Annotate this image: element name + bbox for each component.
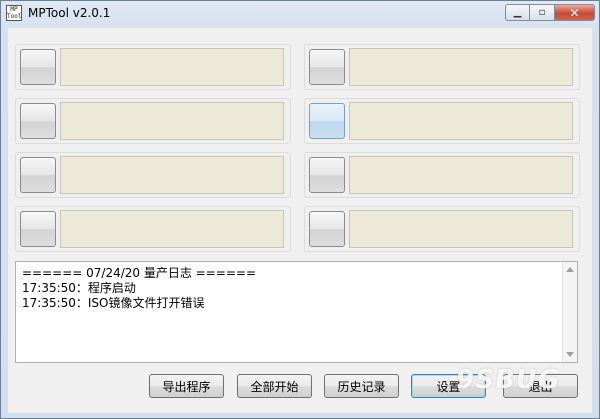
port-status-7: [349, 156, 573, 194]
history-button[interactable]: 历史记录: [324, 374, 399, 398]
log-line: 17:35:50：ISO镜像文件打开错误: [22, 296, 205, 310]
port-status-6: [349, 102, 573, 140]
port-button-4[interactable]: [20, 211, 56, 247]
maximize-icon[interactable]: ▫: [530, 4, 555, 21]
port-status-2: [60, 102, 284, 140]
app-window: MP Tool MPTool v2.0.1 ▁ ▫ ✕ ====== 07/24…: [0, 0, 600, 419]
title-bar[interactable]: MP Tool MPTool v2.0.1 ▁ ▫ ✕: [1, 1, 599, 27]
port-button-8[interactable]: [309, 211, 345, 247]
log-line: ====== 07/24/20 量产日志 ======: [22, 266, 256, 280]
watermark-logo: 9SBUG: [453, 365, 563, 395]
port-slot-4: [15, 206, 291, 252]
port-status-3: [60, 156, 284, 194]
log-line: 17:35:50：程序启动: [22, 281, 136, 295]
port-button-1[interactable]: [20, 49, 56, 85]
port-slot-7: [304, 152, 580, 198]
scroll-down-icon[interactable]: [566, 352, 574, 357]
main-panel: ====== 07/24/20 量产日志 ====== 17:35:50：程序启动…: [8, 28, 592, 413]
port-status-4: [60, 210, 284, 248]
port-slot-5: [304, 44, 580, 90]
port-slot-2: [15, 98, 291, 144]
log-box[interactable]: ====== 07/24/20 量产日志 ====== 17:35:50：程序启动…: [15, 261, 578, 363]
port-slot-1: [15, 44, 291, 90]
log-text: ====== 07/24/20 量产日志 ====== 17:35:50：程序启动…: [22, 266, 256, 311]
scroll-up-icon[interactable]: [566, 267, 574, 272]
port-slot-6: [304, 98, 580, 144]
start-all-button[interactable]: 全部开始: [237, 374, 312, 398]
window-controls: ▁ ▫ ✕: [505, 4, 595, 21]
port-button-7[interactable]: [309, 157, 345, 193]
port-status-8: [349, 210, 573, 248]
port-status-5: [349, 48, 573, 86]
log-scrollbar[interactable]: [562, 262, 577, 362]
minimize-icon[interactable]: ▁: [505, 4, 530, 21]
port-button-5[interactable]: [309, 49, 345, 85]
port-status-1: [60, 48, 284, 86]
port-button-2[interactable]: [20, 103, 56, 139]
port-slot-3: [15, 152, 291, 198]
port-button-6[interactable]: [309, 103, 345, 139]
port-slot-8: [304, 206, 580, 252]
app-icon: MP Tool: [6, 5, 22, 21]
close-icon[interactable]: ✕: [555, 4, 595, 21]
export-button[interactable]: 导出程序: [149, 374, 224, 398]
window-title: MPTool v2.0.1: [28, 6, 111, 20]
port-button-3[interactable]: [20, 157, 56, 193]
